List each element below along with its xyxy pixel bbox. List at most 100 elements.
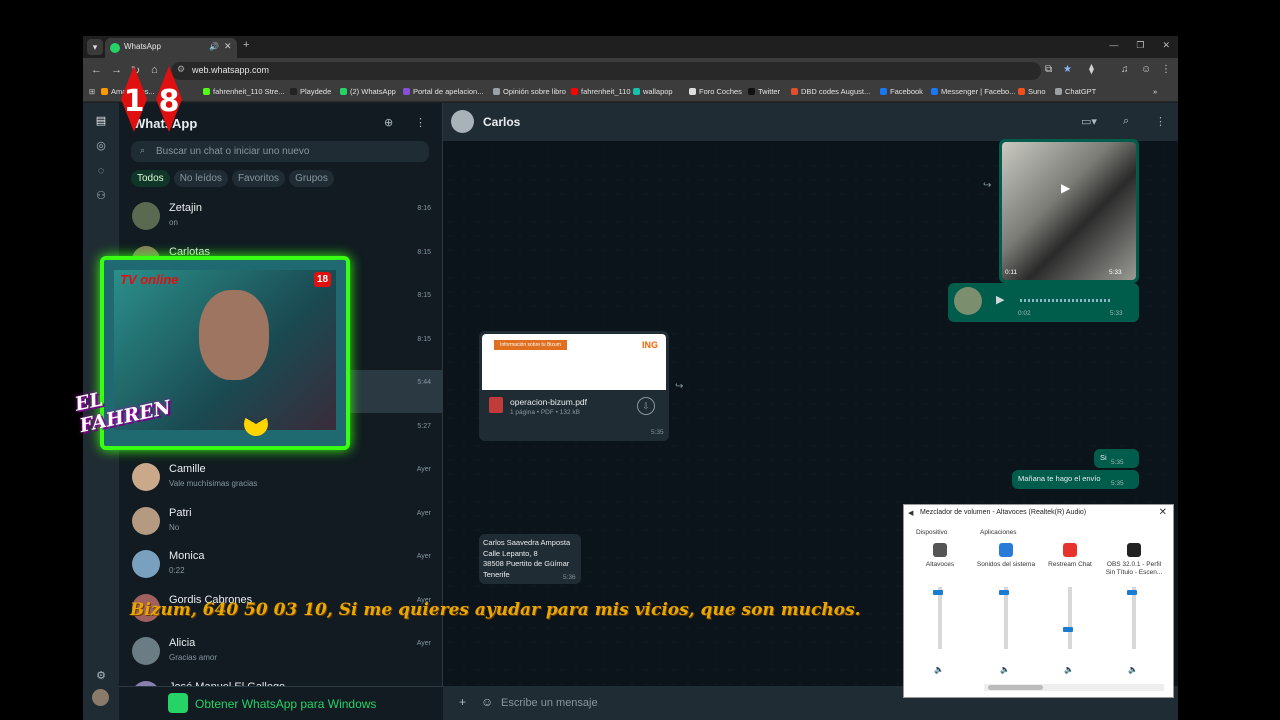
chats-icon[interactable]: ▤ bbox=[93, 113, 109, 129]
volume-slider-thumb[interactable] bbox=[1127, 590, 1137, 596]
mute-speaker-icon[interactable]: 🔈 bbox=[1128, 665, 1138, 674]
attach-plus-icon[interactable]: + bbox=[459, 695, 466, 709]
bookmark-item[interactable]: wallapop bbox=[633, 87, 673, 96]
address-message[interactable]: Carlos Saavedra Amposta Calle Lepanto, 83… bbox=[479, 534, 581, 584]
bookmark-item[interactable]: Playdede bbox=[290, 87, 331, 96]
channels-icon[interactable]: ◌ bbox=[93, 163, 109, 179]
chat-time: Ayer bbox=[416, 553, 431, 560]
chat-row[interactable]: Alicia Gracias amor Ayer bbox=[119, 631, 442, 674]
mute-speaker-icon[interactable]: 🔈 bbox=[1000, 665, 1010, 674]
chat-avatar bbox=[132, 550, 160, 578]
contact-name[interactable]: Carlos bbox=[483, 115, 520, 129]
tab-search-icon[interactable]: ▾ bbox=[87, 39, 103, 55]
search-messages-icon[interactable]: ⌕ bbox=[1123, 115, 1129, 128]
get-app-banner[interactable]: Obtener WhatsApp para Windows bbox=[119, 686, 443, 720]
voice-message[interactable]: ▶ 0:02 5:33 bbox=[948, 283, 1139, 322]
mixer-title: Mezclador de volumen - Altavoces (Realte… bbox=[920, 509, 1087, 516]
audio-playing-icon[interactable]: 🔊 bbox=[209, 42, 219, 51]
chat-row[interactable]: Monica 0:22 Ayer bbox=[119, 544, 442, 587]
pdf-file-icon bbox=[489, 397, 503, 413]
emoji-icon[interactable]: ☺ bbox=[481, 695, 493, 709]
volume-slider-thumb[interactable] bbox=[1063, 627, 1073, 633]
mute-speaker-icon[interactable]: 🔈 bbox=[934, 665, 944, 674]
tab-whatsapp[interactable]: WhatsApp 🔊 ✕ bbox=[105, 38, 237, 58]
apps-grid-icon[interactable]: ⊞ bbox=[89, 87, 95, 96]
bookmark-item[interactable]: ChatGPT bbox=[1055, 87, 1096, 96]
communities-icon[interactable]: ⚇ bbox=[93, 188, 109, 204]
download-icon[interactable]: ⇩ bbox=[637, 397, 655, 415]
mixer-scrollbar[interactable] bbox=[984, 684, 1164, 691]
video-message[interactable]: ▶ 0:11 5:33 bbox=[999, 139, 1139, 283]
bookmark-item[interactable]: fahrenheit_110 Stre... bbox=[203, 87, 285, 96]
video-call-icon[interactable]: ▭▾ bbox=[1081, 115, 1097, 128]
chat-time: 8:15 bbox=[417, 335, 431, 343]
status-icon[interactable]: ◎ bbox=[93, 138, 109, 154]
my-avatar[interactable] bbox=[92, 689, 109, 706]
settings-gear-icon[interactable]: ⚙ bbox=[93, 668, 109, 684]
address-bar: ← → ↻ ⌂ ⚙ web.whatsapp.com ⧉ ★ ⧫ ♫ ☺ ⋮ bbox=[83, 58, 1178, 84]
bookmark-item[interactable]: Suno bbox=[1018, 87, 1046, 96]
profile-icon[interactable]: ☺ bbox=[1141, 64, 1151, 75]
filter-chip[interactable]: Grupos bbox=[289, 170, 334, 187]
message-text: Si bbox=[1100, 453, 1107, 462]
forward-icon[interactable]: ↪ bbox=[675, 381, 683, 392]
bookmark-item[interactable]: Twitter bbox=[748, 87, 780, 96]
volume-slider-track[interactable] bbox=[1068, 587, 1072, 649]
volume-slider-track[interactable] bbox=[938, 587, 942, 649]
volume-slider-track[interactable] bbox=[1004, 587, 1008, 649]
bookmark-favicon-icon bbox=[791, 88, 798, 95]
bookmark-star-icon[interactable]: ★ bbox=[1063, 64, 1072, 75]
search-icon: ⌕ bbox=[140, 145, 146, 155]
extensions-icon[interactable]: ⧫ bbox=[1089, 64, 1094, 75]
chat-row[interactable]: Patri No Ayer bbox=[119, 501, 442, 544]
more-bookmarks-icon[interactable]: » bbox=[1153, 87, 1157, 96]
contact-avatar[interactable] bbox=[451, 110, 474, 133]
filter-chip[interactable]: Favoritos bbox=[231, 170, 286, 187]
volume-slider-thumb[interactable] bbox=[933, 590, 943, 596]
volume-mixer-window: ◀ Mezclador de volumen - Altavoces (Real… bbox=[903, 504, 1174, 698]
bookmark-item[interactable]: Portal de apelacion... bbox=[403, 87, 483, 96]
pdf-message[interactable]: Información sobre tu Bizum ING operacion… bbox=[479, 331, 669, 441]
bookmark-item[interactable]: Opinión sobre libro bbox=[493, 87, 566, 96]
bookmark-item[interactable]: (2) WhatsApp bbox=[340, 87, 396, 96]
minimize-icon[interactable]: — bbox=[1109, 40, 1118, 51]
filter-chip[interactable]: No leídos bbox=[173, 170, 228, 187]
new-tab-icon[interactable]: + bbox=[243, 39, 249, 51]
message-si[interactable]: Si 5:35 bbox=[1094, 449, 1139, 468]
bookmark-item[interactable]: fahrenheit_110 bbox=[571, 87, 631, 96]
chat-menu-icon[interactable]: ⋮ bbox=[1155, 115, 1166, 128]
chat-row[interactable]: Zetajin on 8:16 bbox=[119, 196, 442, 239]
url-field[interactable]: ⚙ web.whatsapp.com bbox=[171, 62, 1041, 80]
menu-icon[interactable]: ⋮ bbox=[415, 116, 426, 129]
bookmark-item[interactable]: Facebook bbox=[880, 87, 923, 96]
address-line: 38508 Puertito de Güímar bbox=[483, 559, 570, 568]
volume-slider-track[interactable] bbox=[1132, 587, 1136, 649]
mute-speaker-icon[interactable]: 🔈 bbox=[1064, 665, 1074, 674]
message-manana[interactable]: Mañana te hago el envío 5:35 bbox=[1012, 470, 1139, 489]
close-window-icon[interactable]: ✕ bbox=[1162, 40, 1170, 51]
bookmark-item[interactable]: Foro Coches bbox=[689, 87, 742, 96]
maximize-icon[interactable]: ❐ bbox=[1136, 40, 1144, 51]
pacman-icon bbox=[244, 412, 268, 436]
play-icon[interactable]: ▶ bbox=[1061, 181, 1070, 195]
filter-chip[interactable]: Todos bbox=[131, 170, 170, 187]
chat-row[interactable]: Camille Vale muchísimas gracias Ayer bbox=[119, 457, 442, 500]
apps-section-label: Aplicaciones bbox=[980, 529, 1017, 536]
message-input[interactable] bbox=[501, 694, 901, 712]
new-chat-icon[interactable]: ⊕ bbox=[384, 116, 393, 129]
volume-slider-thumb[interactable] bbox=[999, 590, 1009, 596]
waveform[interactable] bbox=[1020, 299, 1112, 302]
search-input[interactable] bbox=[156, 143, 421, 160]
close-icon[interactable]: ✕ bbox=[1159, 507, 1167, 518]
forward-icon[interactable]: ↪ bbox=[983, 180, 991, 191]
play-icon[interactable]: ▶ bbox=[996, 293, 1004, 306]
bookmark-item[interactable]: Messenger | Facebo... bbox=[931, 87, 1015, 96]
close-tab-icon[interactable]: ✕ bbox=[224, 41, 232, 52]
conversation-header[interactable]: Carlos ▭▾ ⌕ ⋮ bbox=[443, 103, 1178, 141]
install-app-icon[interactable]: ⧉ bbox=[1045, 64, 1052, 75]
back-icon[interactable]: ← bbox=[91, 64, 102, 76]
browser-menu-icon[interactable]: ⋮ bbox=[1161, 64, 1171, 75]
scroll-thumb[interactable] bbox=[988, 685, 1043, 690]
bookmark-item[interactable]: DBD codes August... bbox=[791, 87, 870, 96]
media-icon[interactable]: ♫ bbox=[1121, 64, 1129, 75]
